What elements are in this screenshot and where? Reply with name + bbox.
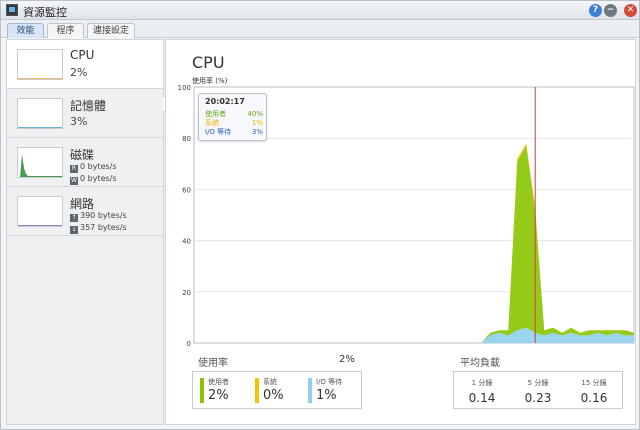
tooltip-label: 使用者 [205, 110, 226, 118]
disk-read-icon: R [70, 165, 78, 173]
load-15min: 15 分鐘 0.16 [570, 378, 618, 405]
metric-color-bar [308, 378, 312, 403]
load-period: 15 分鐘 [581, 379, 607, 387]
metric-color-bar [200, 378, 204, 403]
sidebar-item-disk[interactable]: 磁碟 R0 bytes/s W0 bytes/s [7, 138, 163, 187]
y-tick-label: 100 [178, 84, 191, 92]
load-value: 0.16 [580, 391, 608, 405]
sidebar-item-label: CPU [70, 48, 95, 62]
tooltip-label: 系統 [205, 119, 219, 127]
tooltip-value: 1% [251, 119, 263, 127]
tooltip-label: I/O 等待 [205, 128, 232, 136]
minimize-button[interactable]: − [604, 4, 617, 17]
sidebar-item-label: 記憶體 [70, 99, 107, 113]
disk-write-value: 0 bytes/s [80, 174, 117, 183]
sidebar: CPU 2% 記憶體 3% 磁碟 R0 bytes/s W0 bytes/s 網… [6, 39, 171, 425]
y-tick-label: 40 [182, 238, 191, 246]
sidebar-item-value: 2% [70, 66, 88, 79]
upload-arrow-icon: ↑ [70, 214, 78, 222]
tab-performance[interactable]: 效能 [7, 23, 44, 38]
close-button[interactable]: ✕ [624, 4, 637, 17]
tooltip-value: 3% [251, 128, 263, 136]
download-arrow-icon: ↓ [70, 226, 78, 234]
disk-read-value: 0 bytes/s [80, 162, 117, 171]
y-tick-label: 0 [187, 340, 191, 348]
memory-thumbnail [17, 98, 63, 129]
metric-value: 0% [263, 388, 284, 403]
cpu-panel: CPU 使用率 (%) 0 20 40 60 80 100 20:02:17 使用者 40… [165, 39, 636, 425]
usage-total: 2% [339, 354, 355, 365]
help-button[interactable]: ? [589, 4, 602, 17]
network-download-value: 357 bytes/s [80, 223, 127, 232]
metric-value: 2% [208, 388, 229, 403]
metric-color-bar [255, 378, 259, 403]
monitor-icon [6, 4, 18, 16]
network-upload-line: ↑ 390 bytes/s [70, 210, 127, 222]
tooltip-row-iowait: I/O 等待 3% [205, 128, 263, 137]
tooltip-row-user: 使用者 40% [205, 110, 263, 119]
disk-thumbnail [17, 147, 63, 178]
sidebar-item-cpu[interactable]: CPU 2% [7, 40, 163, 89]
tab-processes[interactable]: 程序 [47, 23, 84, 38]
chart-tooltip: 20:02:17 使用者 40% 系統 1% I/O 等待 3% [198, 93, 267, 141]
sidebar-item-network[interactable]: 網路 ↑ 390 bytes/s ↓ 357 bytes/s [7, 187, 163, 236]
y-tick-label: 60 [182, 186, 191, 194]
network-upload-value: 390 bytes/s [80, 211, 127, 220]
load-average-box: 1 分鐘 0.14 5 分鐘 0.23 15 分鐘 0.16 [453, 371, 623, 409]
network-thumbnail [17, 196, 63, 227]
load-period: 5 分鐘 [527, 379, 549, 387]
title-bar[interactable]: 資源監控 ? − ✕ [1, 1, 639, 20]
metric-name: 使用者 [208, 378, 229, 386]
tooltip-value: 40% [247, 110, 263, 118]
sidebar-item-memory[interactable]: 記憶體 3% [7, 89, 163, 138]
metric-name: I/O 等待 [316, 378, 343, 386]
metric-value: 1% [316, 388, 337, 403]
y-tick-label: 80 [182, 135, 191, 143]
disk-write-icon: W [70, 177, 78, 185]
tooltip-time: 20:02:17 [205, 97, 245, 106]
usage-breakdown-box: 使用者 2% 系統 0% I/O 等待 1% [192, 371, 362, 409]
resource-monitor-window: 資源監控 ? − ✕ 效能 程序 連接設定 CPU 2% 記憶體 3% 磁碟 R… [0, 0, 640, 430]
cpu-thumbnail [17, 49, 63, 80]
metric-name: 系統 [263, 378, 277, 386]
disk-write-line: W0 bytes/s [70, 173, 117, 185]
load-average-label: 平均負載 [460, 358, 500, 369]
tab-bar: 效能 程序 連接設定 [1, 20, 639, 38]
load-1min: 1 分鐘 0.14 [458, 378, 506, 405]
window-title: 資源監控 [23, 6, 67, 19]
usage-label: 使用率 [198, 358, 228, 369]
load-period: 1 分鐘 [471, 379, 493, 387]
load-value: 0.23 [524, 391, 552, 405]
tooltip-row-system: 系統 1% [205, 119, 263, 128]
disk-read-line: R0 bytes/s [70, 161, 117, 173]
load-5min: 5 分鐘 0.23 [514, 378, 562, 405]
cpu-usage-chart[interactable]: 0 20 40 60 80 100 [166, 40, 637, 350]
sidebar-item-value: 3% [70, 115, 88, 128]
tab-connection-settings[interactable]: 連接設定 [87, 23, 135, 38]
network-download-line: ↓ 357 bytes/s [70, 222, 127, 234]
load-value: 0.14 [468, 391, 496, 405]
y-tick-label: 20 [182, 289, 191, 297]
